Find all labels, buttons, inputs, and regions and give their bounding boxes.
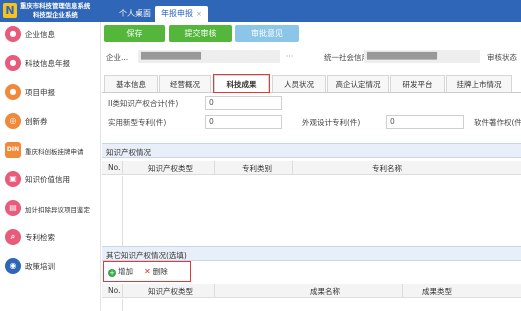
col-achievement-type: 成果类型 bbox=[422, 287, 452, 296]
ip-grid-body bbox=[102, 176, 521, 246]
form-row-patents: 实用新型专利(件) 0 外观设计专利(件) 0 软件著作权(件) bbox=[102, 114, 521, 130]
credit-code-value: ██████████████ bbox=[364, 50, 480, 63]
sidebar-item-project[interactable]: ● 项目申报 bbox=[0, 80, 101, 106]
enterprise-info-row: 企业... ████████████ ··· 统一社会信用... ███████… bbox=[102, 46, 521, 68]
col-ip-type: 知识产权类型 bbox=[148, 164, 193, 173]
ip-section-title: 知识产权情况 bbox=[106, 148, 151, 157]
review-status-label: 审核状态 bbox=[487, 53, 517, 62]
submit-review-button[interactable]: 提交审核 bbox=[169, 25, 232, 42]
utility-patent-label: 实用新型专利(件) bbox=[108, 118, 167, 127]
deduction-icon: ▤ bbox=[5, 200, 21, 216]
delete-icon: ✕ bbox=[144, 267, 151, 276]
design-patent-input[interactable]: 0 bbox=[386, 115, 464, 129]
sidebar-item-credit[interactable]: ▣ 知识价值信用 bbox=[0, 167, 101, 193]
tab-operations[interactable]: 经营概况 bbox=[159, 75, 211, 92]
approval-opinion-button[interactable]: 审批意见 bbox=[235, 25, 299, 42]
other-ip-section-title: 其它知识产权情况(选填) bbox=[106, 251, 187, 260]
design-patent-label: 外观设计专利(件) bbox=[302, 118, 361, 127]
logo-icon: N bbox=[3, 3, 17, 18]
top-bar: N 重庆市科技管理信息系统 科技型企业系统 个人桌面 年报申报 × bbox=[0, 0, 521, 22]
tab-listing[interactable]: 挂牌上市情况 bbox=[446, 75, 512, 92]
company-value: ████████████ bbox=[138, 50, 280, 63]
listing-icon: DIN bbox=[5, 142, 21, 158]
tab-tech-achievements[interactable]: 科技成果 bbox=[213, 74, 270, 93]
close-icon[interactable]: × bbox=[196, 10, 202, 18]
sidebar-item-patent-search[interactable]: ⌕ 专利检索 bbox=[0, 225, 101, 251]
company-label: 企业... bbox=[106, 53, 129, 62]
enterprise-icon: ● bbox=[5, 26, 21, 42]
logo-subtitle: 科技型企业系统 bbox=[33, 11, 78, 19]
save-button[interactable]: 保存 bbox=[104, 25, 165, 42]
col-patent-name: 专利名称 bbox=[372, 164, 402, 173]
ip-section-header: 知识产权情况 bbox=[102, 143, 521, 158]
tab-rd-platform[interactable]: 研发平台 bbox=[390, 75, 445, 92]
report-icon: ● bbox=[5, 55, 21, 71]
ip-grid-header: No. 知识产权类型 专利类别 专利名称 bbox=[102, 161, 521, 175]
sidebar-item-deduction[interactable]: ▤ 加计扣除异议项目鉴定 bbox=[0, 196, 101, 222]
sidebar-item-voucher[interactable]: ◎ 创新券 bbox=[0, 109, 101, 135]
credit-icon: ▣ bbox=[5, 171, 21, 187]
col-achievement-name: 成果名称 bbox=[310, 287, 340, 296]
ip-total-label: II类知识产权合计(件) bbox=[108, 99, 179, 108]
other-ip-toolbar: + 增加 ✕ 删除 bbox=[103, 261, 191, 282]
delete-button[interactable]: ✕ 删除 bbox=[144, 266, 168, 277]
tab-personal-desktop[interactable]: 个人桌面 bbox=[113, 6, 157, 22]
software-copyright-label: 软件著作权(件) bbox=[474, 118, 521, 127]
form-row-ip-total: II类知识产权合计(件) 0 bbox=[102, 95, 521, 111]
patent-search-icon: ⌕ bbox=[5, 229, 21, 245]
tab-basic-info[interactable]: 基本信息 bbox=[104, 75, 158, 92]
section-tabs: 基本信息 经营概况 科技成果 人员状况 高企认定情况 研发平台 挂牌上市情况 bbox=[102, 71, 521, 93]
col-no: No. bbox=[108, 163, 121, 172]
policy-icon: ◉ bbox=[5, 258, 21, 274]
other-ip-section-header: 其它知识产权情况(选填) bbox=[102, 246, 521, 261]
tab-high-tech[interactable]: 高企认定情况 bbox=[327, 75, 389, 92]
main-content: 保存 提交审核 审批意见 企业... ████████████ ··· 统一社会… bbox=[102, 22, 521, 311]
sidebar-item-listing[interactable]: DIN 重庆科创板挂牌申请 bbox=[0, 138, 101, 164]
tab-personnel[interactable]: 人员状况 bbox=[272, 75, 326, 92]
col-no: No. bbox=[108, 286, 121, 295]
project-icon: ● bbox=[5, 84, 21, 100]
voucher-icon: ◎ bbox=[5, 113, 21, 129]
tab-annual-report[interactable]: 年报申报 × bbox=[155, 6, 208, 22]
add-button[interactable]: + 增加 bbox=[108, 266, 133, 277]
col-ip-type: 知识产权类型 bbox=[148, 287, 193, 296]
sidebar-item-tech-report[interactable]: ● 科技信息年报 bbox=[0, 51, 101, 77]
col-patent-category: 专利类别 bbox=[242, 164, 272, 173]
plus-icon: + bbox=[108, 269, 116, 277]
other-ip-grid-header: No. 知识产权类型 成果名称 成果类型 bbox=[102, 284, 521, 298]
ip-total-input[interactable]: 0 bbox=[205, 96, 282, 110]
more-icon[interactable]: ··· bbox=[286, 52, 293, 61]
sidebar-item-policy[interactable]: ◉ 政策培训 bbox=[0, 254, 101, 280]
utility-patent-input[interactable]: 0 bbox=[205, 115, 282, 129]
logo-title: 重庆市科技管理信息系统 bbox=[20, 2, 91, 10]
sidebar: ● 企业信息 ● 科技信息年报 ● 项目申报 ◎ 创新券 DIN 重庆科创板挂牌… bbox=[0, 22, 101, 311]
other-ip-grid-body bbox=[102, 299, 521, 311]
logo: N 重庆市科技管理信息系统 科技型企业系统 bbox=[3, 2, 103, 20]
sidebar-item-enterprise-info[interactable]: ● 企业信息 bbox=[0, 22, 101, 48]
